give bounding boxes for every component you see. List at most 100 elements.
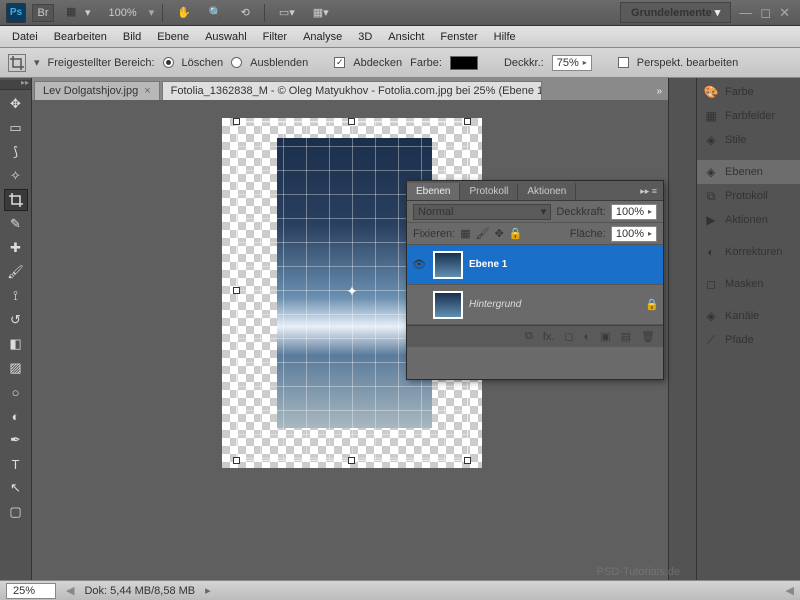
marquee-tool[interactable]: ▭ — [4, 117, 28, 139]
pen-tool[interactable]: ✒ — [4, 429, 28, 451]
layer-row[interactable]: 👁 Ebene 1 — [407, 245, 663, 285]
menu-filter[interactable]: Filter — [255, 28, 295, 46]
blur-tool[interactable]: ○ — [4, 381, 28, 403]
menu-analyse[interactable]: Analyse — [295, 28, 350, 46]
brush-tool[interactable]: 🖌 — [4, 261, 28, 283]
tabs-overflow-icon[interactable]: » — [650, 83, 668, 100]
collapsed-dock[interactable] — [668, 78, 696, 580]
hand-tool-icon[interactable]: ✋ — [171, 4, 197, 21]
palette-icon: 🎨 — [703, 84, 719, 100]
panel-farbe[interactable]: 🎨Farbe — [697, 80, 800, 104]
adjustment-icon[interactable]: ◐ — [584, 331, 591, 343]
delete-radio[interactable] — [163, 57, 174, 68]
crop-handle[interactable] — [233, 457, 240, 464]
layer-row[interactable]: Hintergrund 🔒 — [407, 285, 663, 325]
rotate-view-icon[interactable]: ⟲ — [235, 4, 256, 21]
layer-opacity-field[interactable]: 100%▸ — [611, 204, 657, 220]
crop-tool[interactable] — [4, 189, 28, 211]
doc-tab-1[interactable]: Lev Dolgatshjov.jpg× — [34, 81, 160, 100]
crop-handle[interactable] — [233, 287, 240, 294]
arrange-docs-button[interactable]: ▦▾ — [307, 4, 335, 21]
crop-handle[interactable] — [464, 457, 471, 464]
menu-datei[interactable]: Datei — [4, 28, 46, 46]
eraser-tool[interactable]: ◧ — [4, 333, 28, 355]
lock-position-icon[interactable]: ✥ — [495, 227, 504, 240]
shield-color-swatch[interactable] — [450, 56, 478, 70]
panel-pfade[interactable]: ⟋Pfade — [697, 328, 800, 352]
shield-checkbox[interactable]: ✓ — [334, 57, 345, 68]
crop-handle[interactable] — [464, 118, 471, 125]
panel-aktionen[interactable]: ▶Aktionen — [697, 208, 800, 232]
hide-label: Ausblenden — [250, 57, 308, 69]
panel-protokoll[interactable]: ⧉Protokoll — [697, 184, 800, 208]
menu-3d[interactable]: 3D — [350, 28, 380, 46]
shape-tool[interactable]: ▢ — [4, 501, 28, 523]
panel-korrekturen[interactable]: ◐Korrekturen — [697, 240, 800, 264]
group-icon[interactable]: ▣ — [600, 330, 610, 343]
heal-tool[interactable]: ✚ — [4, 237, 28, 259]
visibility-icon[interactable] — [411, 297, 427, 313]
menu-bearbeiten[interactable]: Bearbeiten — [46, 28, 115, 46]
menu-ansicht[interactable]: Ansicht — [380, 28, 432, 46]
tab-ebenen[interactable]: Ebenen — [407, 183, 460, 200]
fx-icon[interactable]: fx. — [543, 331, 555, 343]
panel-menu-icon[interactable]: ▸▸ ≡ — [634, 183, 663, 200]
layer-name[interactable]: Ebene 1 — [469, 259, 659, 270]
layers-panel[interactable]: Ebenen Protokoll Aktionen ▸▸ ≡ Normal▾ D… — [406, 180, 664, 380]
toolbox-header[interactable] — [0, 80, 31, 90]
layer-name[interactable]: Hintergrund — [469, 299, 639, 310]
tab-aktionen[interactable]: Aktionen — [518, 183, 576, 200]
opacity-field[interactable]: 75%▸ — [552, 55, 592, 71]
panel-ebenen[interactable]: ◈Ebenen — [697, 160, 800, 184]
layer-list: 👁 Ebene 1 Hintergrund 🔒 — [407, 245, 663, 325]
crop-handle[interactable] — [348, 457, 355, 464]
link-layers-icon[interactable]: ⧉ — [525, 330, 533, 343]
lock-pixels-icon[interactable]: 🖌 — [476, 227, 490, 240]
zoom-field[interactable]: 25% — [6, 583, 56, 599]
type-tool[interactable]: T — [4, 453, 28, 475]
zoom-level[interactable]: 100% — [103, 5, 143, 21]
doc-tab-2[interactable]: Fotolia_1362838_M - © Oleg Matyukhov - F… — [162, 81, 542, 100]
panel-stile[interactable]: ◈Stile — [697, 128, 800, 152]
bridge-button[interactable]: Br — [32, 4, 54, 22]
new-layer-icon[interactable]: ▤ — [621, 330, 631, 343]
perspective-checkbox[interactable] — [618, 57, 629, 68]
panel-farbfelder[interactable]: ▦Farbfelder — [697, 104, 800, 128]
panel-masken[interactable]: ◻Masken — [697, 272, 800, 296]
trash-icon[interactable]: 🗑 — [641, 330, 655, 343]
layer-thumbnail[interactable] — [433, 291, 463, 319]
lock-transparency-icon[interactable]: ▦ — [460, 227, 470, 240]
stamp-tool[interactable]: ⟟ — [4, 285, 28, 307]
eyedropper-tool[interactable]: ✎ — [4, 213, 28, 235]
hide-radio[interactable] — [231, 57, 242, 68]
visibility-icon[interactable]: 👁 — [411, 257, 427, 273]
workspace-switcher[interactable]: Grundelemente ▾ — [620, 2, 731, 23]
layer-thumbnail[interactable] — [433, 251, 463, 279]
zoom-tool-icon[interactable]: 🔍 — [203, 4, 229, 21]
tab-protokoll[interactable]: Protokoll — [460, 183, 518, 200]
menu-hilfe[interactable]: Hilfe — [486, 28, 524, 46]
menu-bar: Datei Bearbeiten Bild Ebene Auswahl Filt… — [0, 26, 800, 48]
screen-mode-button[interactable]: ▭▾ — [273, 4, 301, 21]
path-select-tool[interactable]: ↖ — [4, 477, 28, 499]
window-controls[interactable]: —◻✕ — [735, 5, 794, 21]
lasso-tool[interactable]: ⟆ — [4, 141, 28, 163]
menu-auswahl[interactable]: Auswahl — [197, 28, 255, 46]
menu-fenster[interactable]: Fenster — [432, 28, 485, 46]
view-arrange-button[interactable]: ▦▾ — [60, 3, 97, 23]
blend-mode-select[interactable]: Normal▾ — [413, 204, 551, 220]
panel-kanale[interactable]: ◈Kanäle — [697, 304, 800, 328]
crop-handle[interactable] — [233, 118, 240, 125]
menu-ebene[interactable]: Ebene — [149, 28, 197, 46]
lock-all-icon[interactable]: 🔒 — [509, 227, 523, 240]
move-tool[interactable]: ✥ — [4, 93, 28, 115]
mask-icon[interactable]: ◻ — [564, 330, 573, 343]
wand-tool[interactable]: ✧ — [4, 165, 28, 187]
crop-handle[interactable] — [348, 118, 355, 125]
close-icon[interactable]: × — [144, 85, 150, 97]
history-brush-tool[interactable]: ↺ — [4, 309, 28, 331]
dodge-tool[interactable]: ◐ — [4, 405, 28, 427]
menu-bild[interactable]: Bild — [115, 28, 149, 46]
layer-fill-field[interactable]: 100%▸ — [611, 226, 657, 242]
gradient-tool[interactable]: ▨ — [4, 357, 28, 379]
